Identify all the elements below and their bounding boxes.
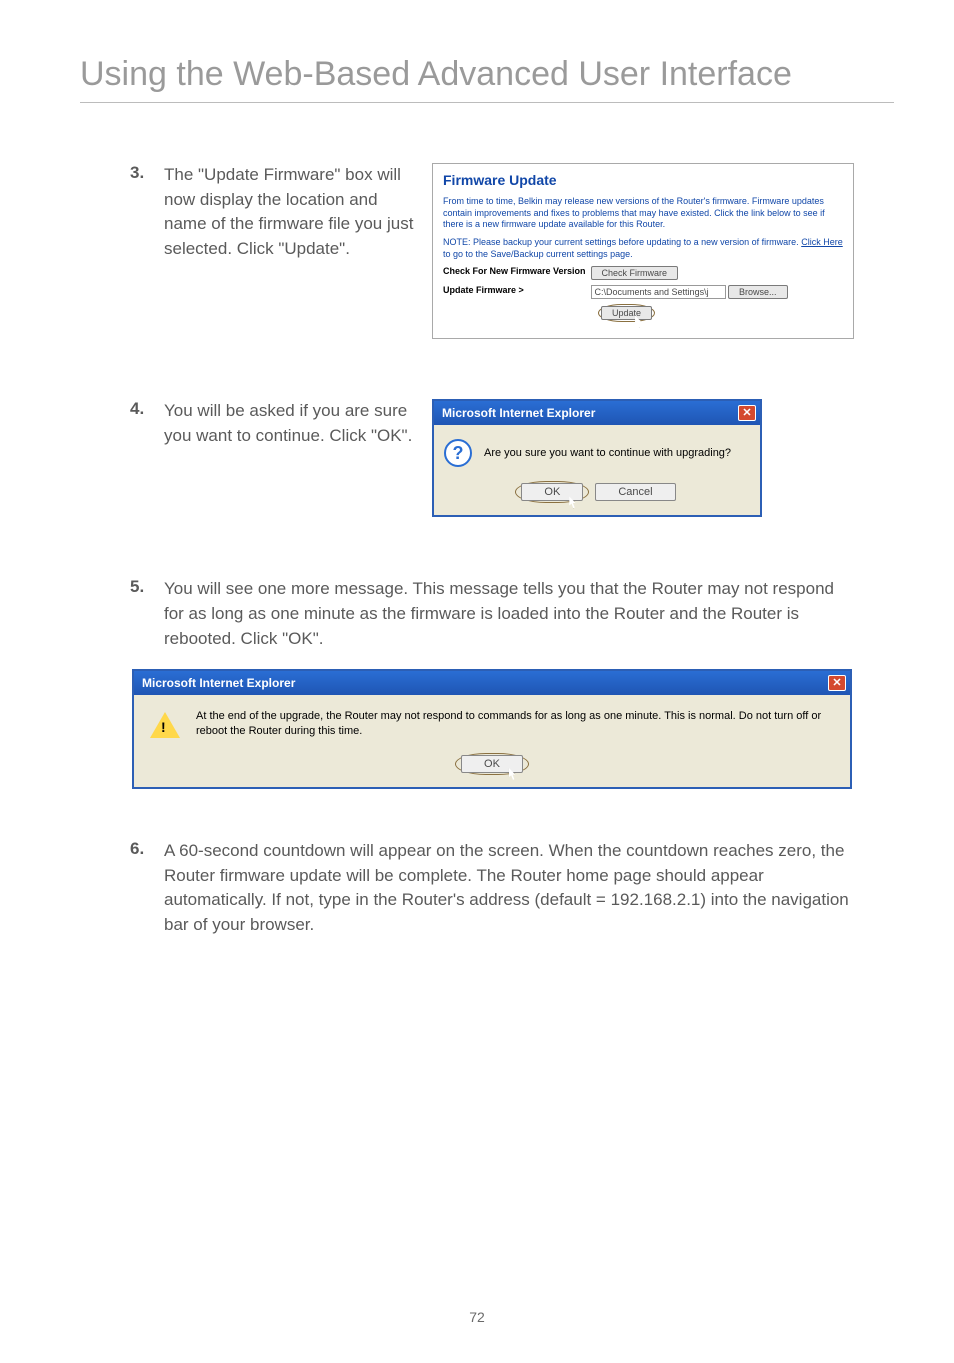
step-number: 5. — [130, 577, 164, 597]
page-title: Using the Web-Based Advanced User Interf… — [0, 0, 954, 102]
step-text: You will be asked if you are sure you wa… — [164, 399, 414, 448]
ok-button[interactable]: OK — [461, 755, 523, 773]
ok-button-highlight: OK — [515, 481, 589, 503]
page-number: 72 — [0, 1309, 954, 1325]
dialog-message: Are you sure you want to continue with u… — [484, 446, 731, 461]
firmware-note-suffix: to go to the Save/Backup current setting… — [443, 249, 633, 259]
ok-button[interactable]: OK — [521, 483, 583, 501]
check-firmware-button[interactable]: Check Firmware — [591, 266, 679, 280]
check-firmware-label: Check For New Firmware Version — [443, 266, 588, 276]
cancel-button[interactable]: Cancel — [595, 483, 675, 501]
dialog-titlebar: Microsoft Internet Explorer ✕ — [134, 671, 850, 695]
update-button-highlight: Update — [598, 304, 655, 322]
warning-icon — [150, 712, 180, 738]
step-6: 6. A 60-second countdown will appear on … — [130, 839, 854, 938]
step-number: 4. — [130, 399, 164, 419]
close-icon[interactable]: ✕ — [738, 405, 756, 421]
firmware-update-panel: Firmware Update From time to time, Belki… — [432, 163, 854, 339]
dialog-title: Microsoft Internet Explorer — [442, 406, 595, 420]
step-4: 4. You will be asked if you are sure you… — [130, 399, 854, 517]
firmware-note-text: NOTE: Please backup your current setting… — [443, 237, 843, 260]
update-button[interactable]: Update — [601, 306, 652, 320]
step-text: You will see one more message. This mess… — [164, 577, 854, 651]
ok-button-highlight: OK — [455, 753, 529, 775]
step-number: 6. — [130, 839, 164, 859]
update-firmware-label: Update Firmware > — [443, 285, 588, 295]
step-number: 3. — [130, 163, 164, 183]
firmware-note-prefix: NOTE: Please backup your current setting… — [443, 237, 799, 247]
browse-button[interactable]: Browse... — [728, 285, 788, 299]
firmware-click-here-link[interactable]: Click Here — [801, 237, 843, 247]
question-icon: ? — [444, 439, 472, 467]
ie-info-dialog: Microsoft Internet Explorer ✕ At the end… — [132, 669, 852, 789]
step-3: 3. The "Update Firmware" box will now di… — [130, 163, 854, 339]
step-text: A 60-second countdown will appear on the… — [164, 839, 854, 938]
firmware-panel-title: Firmware Update — [443, 172, 843, 188]
content-area: 3. The "Update Firmware" box will now di… — [0, 103, 954, 938]
firmware-intro-text: From time to time, Belkin may release ne… — [443, 196, 843, 231]
close-icon[interactable]: ✕ — [828, 675, 846, 691]
dialog-message: At the end of the upgrade, the Router ma… — [196, 709, 840, 739]
step-text: The "Update Firmware" box will now displ… — [164, 163, 414, 262]
step-5: 5. You will see one more message. This m… — [130, 577, 854, 651]
firmware-path-input[interactable]: C:\Documents and Settings\j — [591, 285, 726, 299]
dialog-titlebar: Microsoft Internet Explorer ✕ — [434, 401, 760, 425]
ie-confirm-dialog: Microsoft Internet Explorer ✕ ? Are you … — [432, 399, 762, 517]
dialog-title: Microsoft Internet Explorer — [142, 676, 295, 690]
